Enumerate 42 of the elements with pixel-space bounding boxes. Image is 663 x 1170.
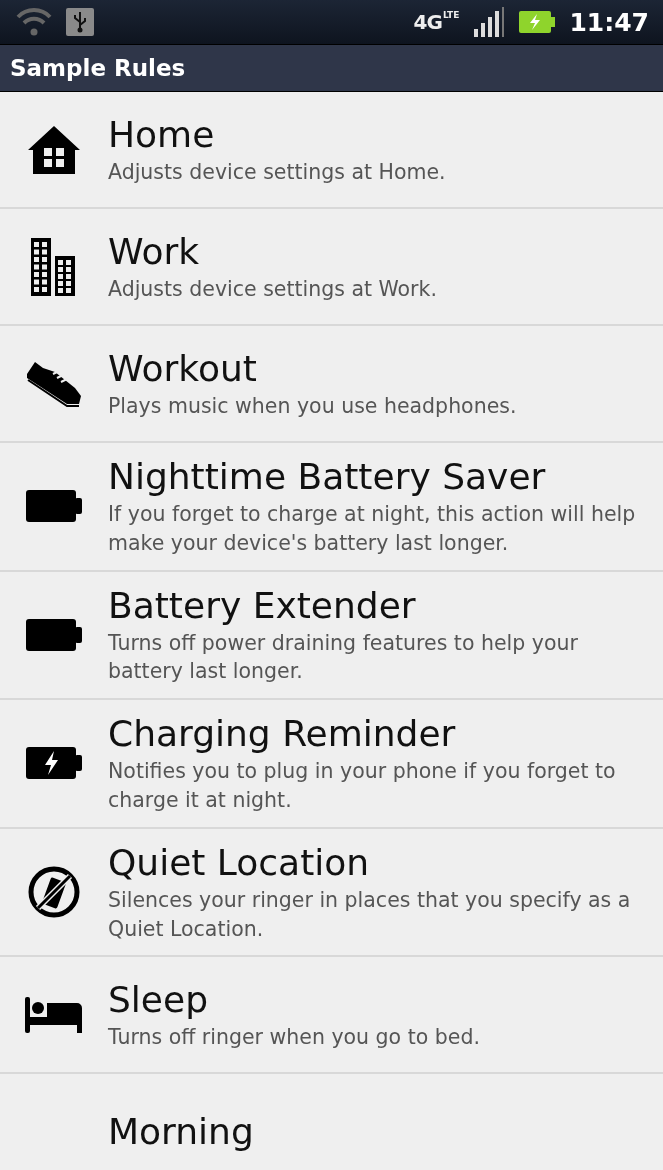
house-icon (26, 123, 82, 176)
rule-title: Charging Reminder (108, 712, 457, 756)
rule-description: Adjusts device settings at Home. (108, 158, 446, 186)
rule-title: Battery Extender (108, 583, 417, 627)
battery-icon (26, 490, 82, 523)
screen-title: Sample Rules (10, 55, 186, 81)
rule-description: Turns off ringer when you go to bed. (108, 1024, 480, 1051)
rule-title: Morning (108, 1110, 254, 1154)
rule-item[interactable]: Battery Extender Turns off power draining features to help your battery last longer. (0, 571, 663, 701)
rule-title: Sleep (108, 977, 209, 1021)
no-phone-icon (27, 864, 81, 919)
rule-description: Silences your ringer in places that you specify as a Quiet Location. (108, 886, 632, 943)
wifi-icon (14, 7, 54, 37)
rule-item[interactable]: Charging Reminder Notifies you to plug in your phone if you forget to charge it at night. (0, 700, 663, 829)
battery-charging-icon (519, 11, 556, 33)
rule-item[interactable]: Home Adjusts device settings at Home. (0, 92, 663, 209)
rule-description: Notifies you to plug in your phone if you forget to charge it at night. (108, 758, 617, 814)
rule-item[interactable]: Nighttime Battery Saver If you forget to charge at night, this action will help make your device's battery last longer. (0, 443, 663, 572)
rule-title: Home (108, 112, 216, 156)
rule-description: Turns off power draining features to help your battery last longer. (108, 629, 579, 686)
sneaker-icon (25, 359, 83, 408)
rule-title: Workout (108, 346, 258, 390)
rule-description: Plays music when you use headphones. (108, 392, 517, 420)
clock: 11:47 (569, 7, 649, 37)
rule-item[interactable]: Work Adjusts device settings at Work. (0, 209, 663, 326)
rule-title: Work (108, 229, 201, 273)
battery-icon (26, 618, 82, 651)
signal-icon (473, 7, 506, 37)
network-label: 4G (413, 10, 442, 34)
rule-title: Quiet Location (108, 840, 371, 884)
rule-description: Adjusts device settings at Work. (108, 275, 437, 303)
usb-icon (66, 8, 94, 36)
buildings-icon (31, 237, 77, 296)
rule-item[interactable]: Quiet Location Silences your ringer in places that you specify as a Quiet Location. (0, 828, 663, 958)
rule-item[interactable]: Morning (0, 1074, 663, 1170)
rule-title: Nighttime Battery Saver (108, 455, 547, 499)
bed-icon (25, 996, 83, 1033)
rule-item[interactable]: Workout Plays music when you use headphones. (0, 326, 663, 443)
network-sublabel: LTE (442, 10, 460, 20)
rule-description: If you forget to charge at night, this action will help make your device's battery last longer. (108, 501, 637, 557)
rule-item[interactable]: Sleep Turns off ringer when you go to bed. (0, 957, 663, 1075)
battery-charging-icon (26, 747, 82, 780)
